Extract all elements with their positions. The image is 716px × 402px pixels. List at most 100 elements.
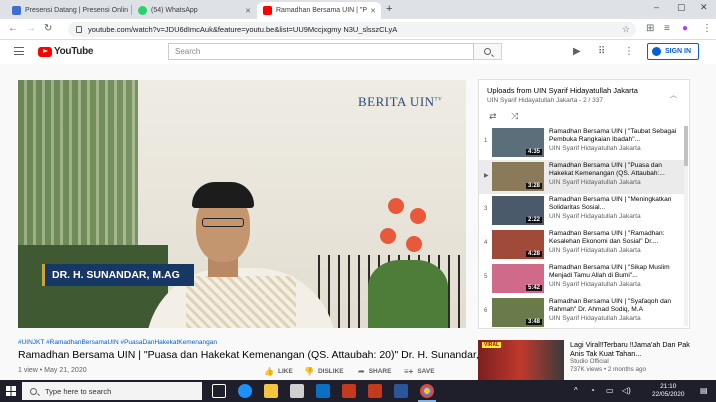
apps-grid-icon[interactable]: ⠿ xyxy=(598,46,605,57)
taskbar-search-input[interactable]: Type here to search xyxy=(22,382,202,400)
playlist-item-text: Ramadhan Bersama UIN | "Puasa dan Hakeka… xyxy=(549,162,683,187)
sign-in-button[interactable]: SIGN IN xyxy=(647,43,699,60)
address-bar: ← → ↻ youtube.com/watch?v=JDU6dImcAuk&fe… xyxy=(0,19,716,40)
close-tab-icon[interactable]: ✕ xyxy=(245,7,251,15)
collapse-chevron-icon[interactable]: ︿ xyxy=(670,90,677,100)
playlist-item-channel: UIN Syarif Hidayatullah Jakarta xyxy=(549,179,641,186)
recommended-video[interactable]: VIRAL Lagi Viral‼Terbaru ‼Jama'ah Dan Pa… xyxy=(478,340,698,382)
create-video-icon[interactable]: ▶ xyxy=(573,46,581,57)
scene-flower xyxy=(388,198,404,214)
tab-youtube[interactable]: Ramadhan Bersama UIN | "P ✕ xyxy=(257,2,381,19)
notifications-icon[interactable]: ▤ xyxy=(700,386,708,395)
reading-list-icon[interactable]: ≡ xyxy=(664,23,670,34)
playlist-item-channel: UIN Syarif Hidayatullah Jakarta xyxy=(549,247,641,254)
playlist-item-thumbnail[interactable]: 3:48 xyxy=(492,298,544,327)
share-icon: ➦ xyxy=(358,367,365,376)
maximize-icon[interactable]: ▢ xyxy=(677,2,686,13)
recommended-title: Lagi Viral‼Terbaru ‼Jama'ah Dan Pak Anis… xyxy=(570,340,690,358)
video-hashtags[interactable]: #UINJKT #RamadhanBersamaUIN #PuasaDanHak… xyxy=(18,339,217,346)
back-icon[interactable]: ← xyxy=(8,23,18,34)
playlist-item-thumbnail[interactable]: 3:28 xyxy=(492,162,544,191)
playlist-item-thumbnail[interactable]: 4:28 xyxy=(492,230,544,259)
task-view-icon[interactable] xyxy=(212,384,226,398)
playlist-item[interactable]: 4 4:28 Ramadhan Bersama UIN | "Ramadhan: K… xyxy=(479,228,685,262)
video-meta: 1 view • May 21, 2020 xyxy=(18,367,87,374)
volume-icon[interactable]: ◁) xyxy=(622,386,631,395)
browser-menu-icon[interactable]: ⋮ xyxy=(702,23,712,34)
playlist-item-title: Ramadhan Bersama UIN | "Syafaqoh dan Rah… xyxy=(549,298,672,313)
edge-icon[interactable] xyxy=(238,384,252,398)
playlist-scrollbar[interactable] xyxy=(684,126,688,326)
profile-icon[interactable]: ● xyxy=(682,23,688,34)
settings-more-icon[interactable]: ⋮ xyxy=(624,46,634,57)
sign-in-label: SIGN IN xyxy=(665,48,692,55)
duration-badge: 3:48 xyxy=(525,319,542,325)
bookmark-star-icon[interactable]: ☆ xyxy=(622,24,630,35)
new-tab-button[interactable]: + xyxy=(386,3,392,15)
video-player[interactable]: BERITA UINTV DR. H. SUNANDAR, M.AG xyxy=(18,80,466,328)
mail-icon[interactable] xyxy=(316,384,330,398)
playlist-item-thumbnail[interactable]: 5:42 xyxy=(492,264,544,293)
youtube-play-icon xyxy=(38,46,52,57)
playlist-item-thumbnail[interactable]: 2:22 xyxy=(492,196,544,225)
browser-tab-strip: Presensi Datang | Presensi Onlin (54) Wh… xyxy=(0,0,716,19)
search-button[interactable] xyxy=(474,43,502,60)
network-icon[interactable]: ◔ xyxy=(590,386,595,395)
minimize-icon[interactable]: – xyxy=(654,2,659,12)
search-icon xyxy=(484,48,491,55)
playlist-item[interactable]: ▶ 3:28 Ramadhan Bersama UIN | "Puasa dan H… xyxy=(479,160,685,194)
playlist-item-index: 5 xyxy=(484,274,488,280)
reload-icon[interactable]: ↻ xyxy=(44,23,52,34)
video-title: Ramadhan Bersama UIN | "Puasa dan Hakeka… xyxy=(18,349,507,361)
thumbnail-badge: VIRAL xyxy=(482,342,501,348)
recommended-thumbnail[interactable]: VIRAL xyxy=(478,340,564,382)
chrome-icon[interactable] xyxy=(418,384,436,402)
battery-icon[interactable]: ▭ xyxy=(606,386,614,395)
search-input[interactable]: Search xyxy=(168,43,474,60)
playlist-title[interactable]: Uploads from UIN Syarif Hidayatullah Jak… xyxy=(487,86,638,95)
system-clock[interactable]: 21:10 22/05/2020 xyxy=(652,383,685,399)
search-icon xyxy=(30,387,37,395)
playlist-item-channel: UIN Syarif Hidayatullah Jakarta xyxy=(549,315,641,322)
tab-presensi[interactable]: Presensi Datang | Presensi Onlin xyxy=(6,2,130,19)
playlist-item[interactable]: 1 4:35 Ramadhan Bersama UIN | "Taubat Seba… xyxy=(479,126,685,160)
playlist-item[interactable]: 6 3:48 Ramadhan Bersama UIN | "Syafaqoh da… xyxy=(479,296,685,330)
dislike-button[interactable]: 👎 DISLIKE xyxy=(304,367,344,376)
playlist-item-index: ▶ xyxy=(484,173,489,179)
scene-plants xyxy=(18,245,168,328)
shuffle-icon[interactable]: ⤨ xyxy=(511,111,518,121)
extensions-icon[interactable]: ⊞ xyxy=(646,23,654,34)
save-button[interactable]: ≡+ SAVE xyxy=(404,367,435,376)
close-window-icon[interactable]: ✕ xyxy=(700,2,708,13)
playlist-subtitle: UIN Syarif Hidayatullah Jakarta - 2 / 33… xyxy=(487,97,603,104)
powerpoint-icon[interactable] xyxy=(368,384,382,398)
berita-uin-logo: BERITA UINTV xyxy=(358,94,443,109)
search-placeholder: Search xyxy=(175,47,201,56)
playlist-item-title: Ramadhan Bersama UIN | "Meningkatkan Sol… xyxy=(549,196,672,211)
playlist-item-title: Ramadhan Bersama UIN | "Ramadhan: Kesale… xyxy=(549,230,665,245)
playlist-item[interactable]: 3 2:22 Ramadhan Bersama UIN | "Meningkatka… xyxy=(479,194,685,228)
playlist-item[interactable]: 5 5:42 Ramadhan Bersama UIN | "Sikap Musli… xyxy=(479,262,685,296)
file-explorer-icon[interactable] xyxy=(264,384,278,398)
tab-whatsapp[interactable]: (54) WhatsApp ✕ xyxy=(132,2,256,19)
playlist-item-text: Ramadhan Bersama UIN | "Taubat Sebagai P… xyxy=(549,128,683,153)
show-hidden-icons-icon[interactable]: ^ xyxy=(574,386,578,395)
like-button[interactable]: 👍 LIKE xyxy=(264,367,293,376)
hamburger-menu-icon[interactable] xyxy=(14,47,24,55)
youtube-logo[interactable]: YouTube xyxy=(38,46,94,57)
store-icon[interactable] xyxy=(290,384,304,398)
scene-foliage xyxy=(368,260,448,328)
url-field[interactable]: youtube.com/watch?v=JDU6dImcAuk&feature=… xyxy=(68,22,636,37)
office-icon[interactable] xyxy=(342,384,356,398)
playlist-item-index: 6 xyxy=(484,308,488,314)
word-icon[interactable] xyxy=(394,384,408,398)
playlist-panel: Uploads from UIN Syarif Hidayatullah Jak… xyxy=(478,79,690,329)
forward-icon[interactable]: → xyxy=(26,23,36,34)
windows-taskbar: Type here to search ^ ◔ ▭ ◁) 21:10 22/05… xyxy=(0,380,716,402)
windows-start-icon[interactable] xyxy=(6,386,16,396)
share-button[interactable]: ➦ SHARE xyxy=(358,367,391,376)
loop-icon[interactable]: ⇄ xyxy=(489,111,497,121)
playlist-item-index: 4 xyxy=(484,240,488,246)
playlist-item-thumbnail[interactable]: 4:35 xyxy=(492,128,544,157)
close-tab-icon[interactable]: ✕ xyxy=(370,7,376,15)
